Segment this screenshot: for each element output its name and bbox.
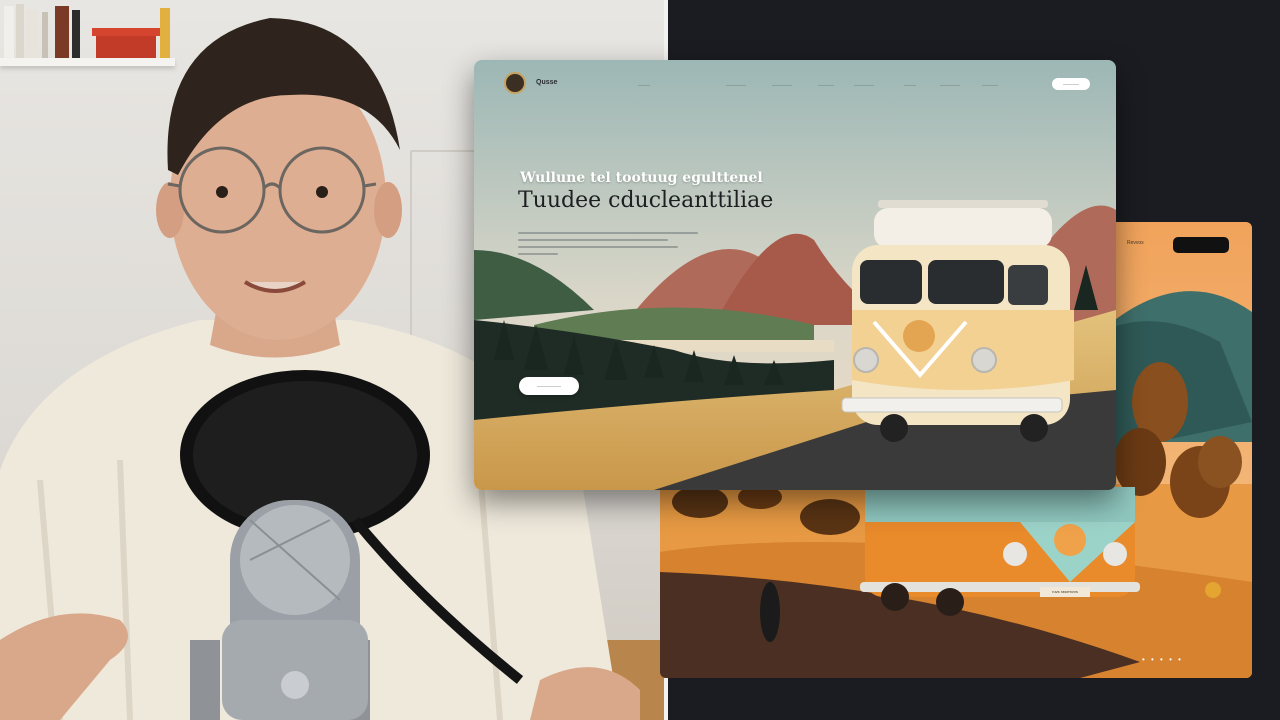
scroll-button[interactable] <box>1205 582 1221 598</box>
nav-link-1[interactable]: ——— <box>638 82 650 87</box>
website-mockup-main: Qusse ——— ————— ————— ———— ————— ——— ———… <box>474 60 1116 490</box>
hero-body-text <box>518 232 708 260</box>
logo-icon[interactable] <box>504 72 526 94</box>
carousel-dots[interactable]: • • • • • <box>1142 655 1183 664</box>
nav-link-4[interactable]: ———— <box>818 82 834 87</box>
nav-link-6[interactable]: ——— <box>904 82 916 87</box>
nav-link-7[interactable]: ————— <box>940 82 960 87</box>
hero-illustration <box>474 60 1116 490</box>
nav-link-2[interactable]: ————— <box>726 82 746 87</box>
license-plate: ruvs rasemvvs <box>1040 587 1090 597</box>
nav-link-3[interactable]: ————— <box>772 82 792 87</box>
brand-name[interactable]: Qusse <box>536 79 557 86</box>
hero-cta-button[interactable]: —————— <box>519 377 579 395</box>
secondary-brand-label: Revvos <box>1127 240 1144 246</box>
secondary-nav-button[interactable] <box>1173 237 1229 253</box>
nav-link-5[interactable]: ————— <box>854 82 874 87</box>
hero-heading: Tuudee cducleanttiliae <box>518 188 774 213</box>
van <box>841 200 1074 442</box>
hero-subheading: Wullune tel tootuug egulttenel <box>520 170 763 186</box>
nav-cta-button[interactable]: ———— <box>1052 78 1090 90</box>
nav-link-8[interactable]: ———— <box>982 82 998 87</box>
